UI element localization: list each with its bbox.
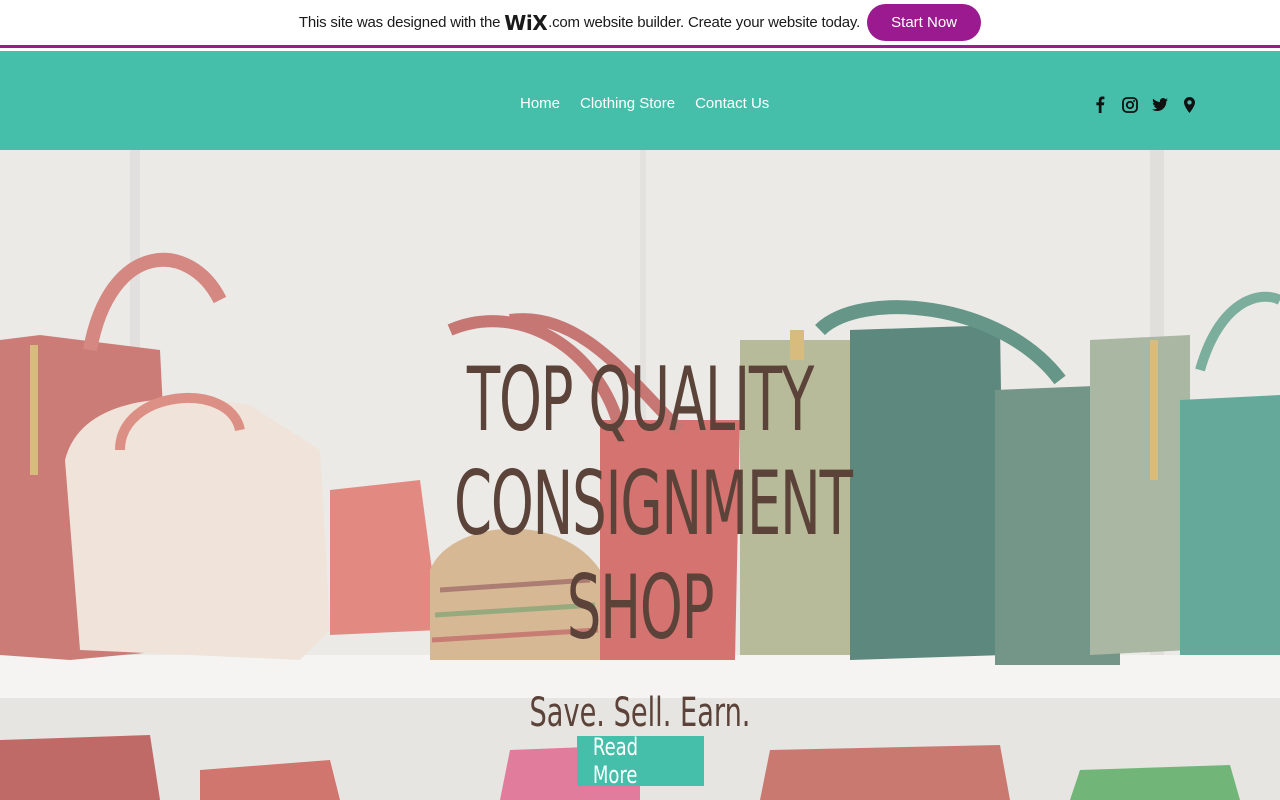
- read-more-label: Read More: [592, 733, 639, 789]
- hero-title: TOP QUALITY CONSIGNMENT SHOP: [454, 348, 853, 660]
- site-header: Home Clothing Store Contact Us: [0, 51, 1280, 150]
- social-bar: [1091, 96, 1198, 113]
- start-now-button[interactable]: Start Now: [867, 4, 982, 41]
- wix-promo-banner: This site was designed with the WiX .com…: [0, 0, 1280, 48]
- nav-contact-us[interactable]: Contact Us: [695, 95, 769, 112]
- hero-subtitle: Save. Sell. Earn.: [529, 690, 751, 736]
- instagram-icon[interactable]: [1121, 96, 1138, 113]
- main-nav: Home Clothing Store Contact Us: [520, 95, 769, 112]
- banner-text-after: .com website builder. Create your websit…: [548, 14, 861, 31]
- hero-title-line-3: SHOP: [566, 556, 715, 659]
- hero-title-line-1: TOP QUALITY: [466, 348, 814, 451]
- banner-text-before: This site was designed with the: [298, 14, 501, 31]
- map-pin-icon[interactable]: [1181, 96, 1198, 113]
- nav-clothing-store[interactable]: Clothing Store: [580, 95, 675, 112]
- hero-section: TOP QUALITY CONSIGNMENT SHOP Save. Sell.…: [0, 150, 1280, 800]
- hero-title-line-2: CONSIGNMENT: [454, 452, 853, 555]
- wix-logo: WiX: [504, 10, 548, 35]
- nav-home[interactable]: Home: [520, 95, 560, 112]
- banner-text: This site was designed with the WiX .com…: [299, 11, 860, 35]
- read-more-button[interactable]: Read More: [577, 733, 704, 789]
- twitter-icon[interactable]: [1151, 96, 1168, 113]
- facebook-icon[interactable]: [1091, 96, 1108, 113]
